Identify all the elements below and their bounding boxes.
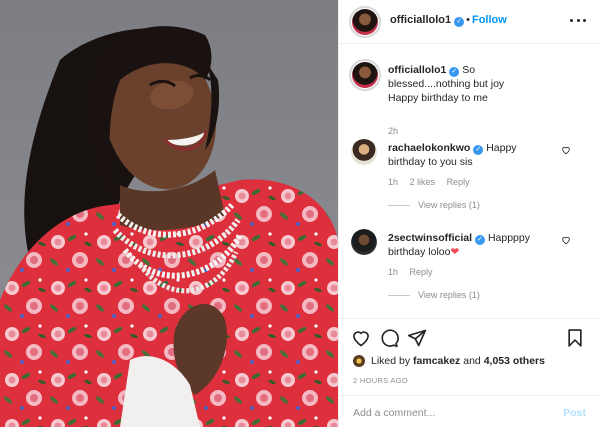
comment-meta: 1h Reply: [388, 267, 442, 277]
caption-avatar-image: [352, 62, 378, 88]
author-avatar-image: [352, 9, 378, 35]
view-replies-button[interactable]: View replies (1): [388, 290, 480, 300]
reply-button[interactable]: Reply: [447, 177, 470, 187]
verified-badge-icon: ✓: [473, 145, 484, 155]
likes-prefix: Liked by: [371, 355, 411, 367]
comment-item: rachaelokonkwo ✓ Happy birthday to you si…: [351, 137, 587, 217]
header-separator: •: [466, 14, 470, 26]
post-header: officiallolo1 ✓ • Follow: [339, 0, 599, 44]
paper-plane-icon[interactable]: [407, 328, 427, 348]
verified-badge-icon: ✓: [449, 67, 460, 77]
add-comment-input[interactable]: Add a comment...: [353, 407, 435, 419]
caption: officiallolo1 ✓ So blessed....nothing but…: [349, 59, 587, 136]
commenter-avatar[interactable]: [351, 229, 377, 255]
comment-item: 2sectwinsofficial ✓ Happppy birthday lolo…: [351, 227, 587, 307]
instagram-post: officiallolo1 ✓ • Follow officiallolo1 ✓ So …: [0, 0, 599, 427]
comment-text-block: rachaelokonkwo ✓ Happy birthday to you si…: [388, 141, 553, 169]
comment-username[interactable]: 2sectwinsofficial: [388, 232, 472, 244]
comment-text-block: 2sectwinsofficial ✓ Happppy birthday lolo…: [388, 231, 553, 259]
view-replies-label: View replies (1): [418, 200, 480, 210]
caption-username[interactable]: officiallolo1: [388, 64, 446, 76]
verified-badge-icon: ✓: [454, 17, 465, 27]
portrait-illustration: [0, 26, 338, 427]
caption-avatar[interactable]: [349, 59, 381, 91]
caption-meta: 2h: [388, 126, 407, 136]
reply-button[interactable]: Reply: [410, 267, 433, 277]
comment-meta: 1h 2 likes Reply: [388, 177, 479, 187]
comment-username[interactable]: rachaelokonkwo: [388, 142, 470, 154]
view-replies-button[interactable]: View replies (1): [388, 200, 480, 210]
likes-others-count[interactable]: 4,053 others: [484, 355, 545, 367]
comment-time[interactable]: 1h: [388, 177, 398, 187]
likes-summary: Liked by famcakez and 4,053 others: [353, 355, 545, 367]
post-actions: Liked by famcakez and 4,053 others 2 HOU…: [339, 318, 599, 427]
verified-badge-icon: ✓: [475, 235, 486, 245]
replies-divider: [388, 294, 410, 296]
more-options-icon[interactable]: [570, 12, 586, 28]
comment-like-heart-icon[interactable]: [561, 235, 571, 245]
comment-likes[interactable]: 2 likes: [410, 177, 436, 187]
replies-divider: [388, 204, 410, 206]
author-avatar[interactable]: [349, 6, 381, 38]
comment-like-heart-icon[interactable]: [561, 145, 571, 155]
heart-icon[interactable]: [351, 328, 371, 348]
commenter-avatar-image: [351, 229, 377, 255]
comments-list: officiallolo1 ✓ So blessed....nothing but…: [339, 45, 599, 317]
comment-time[interactable]: 1h: [388, 267, 398, 277]
post-sidebar: officiallolo1 ✓ • Follow officiallolo1 ✓ So …: [338, 0, 599, 427]
caption-text-block: officiallolo1 ✓ So blessed....nothing but…: [388, 63, 558, 105]
liker-avatar[interactable]: [353, 355, 365, 367]
red-heart-emoji: ❤: [450, 246, 460, 258]
post-comment-button[interactable]: Post: [563, 407, 586, 419]
view-replies-label: View replies (1): [418, 290, 480, 300]
commenter-avatar-image: [351, 139, 377, 165]
add-comment-bar: Add a comment... Post: [339, 395, 599, 427]
post-photo[interactable]: [0, 0, 338, 427]
likes-and: and: [463, 355, 481, 367]
liker-username[interactable]: famcakez: [413, 355, 460, 367]
bookmark-icon[interactable]: [565, 328, 585, 348]
comment-bubble-icon[interactable]: [379, 328, 399, 348]
author-username[interactable]: officiallolo1: [390, 14, 451, 26]
follow-button[interactable]: Follow: [472, 14, 507, 26]
caption-time[interactable]: 2h: [388, 126, 398, 136]
caption-text-line-2: Happy birthday to me: [388, 92, 488, 104]
commenter-avatar[interactable]: [351, 139, 377, 165]
post-timestamp[interactable]: 2 HOURS AGO: [353, 376, 408, 385]
